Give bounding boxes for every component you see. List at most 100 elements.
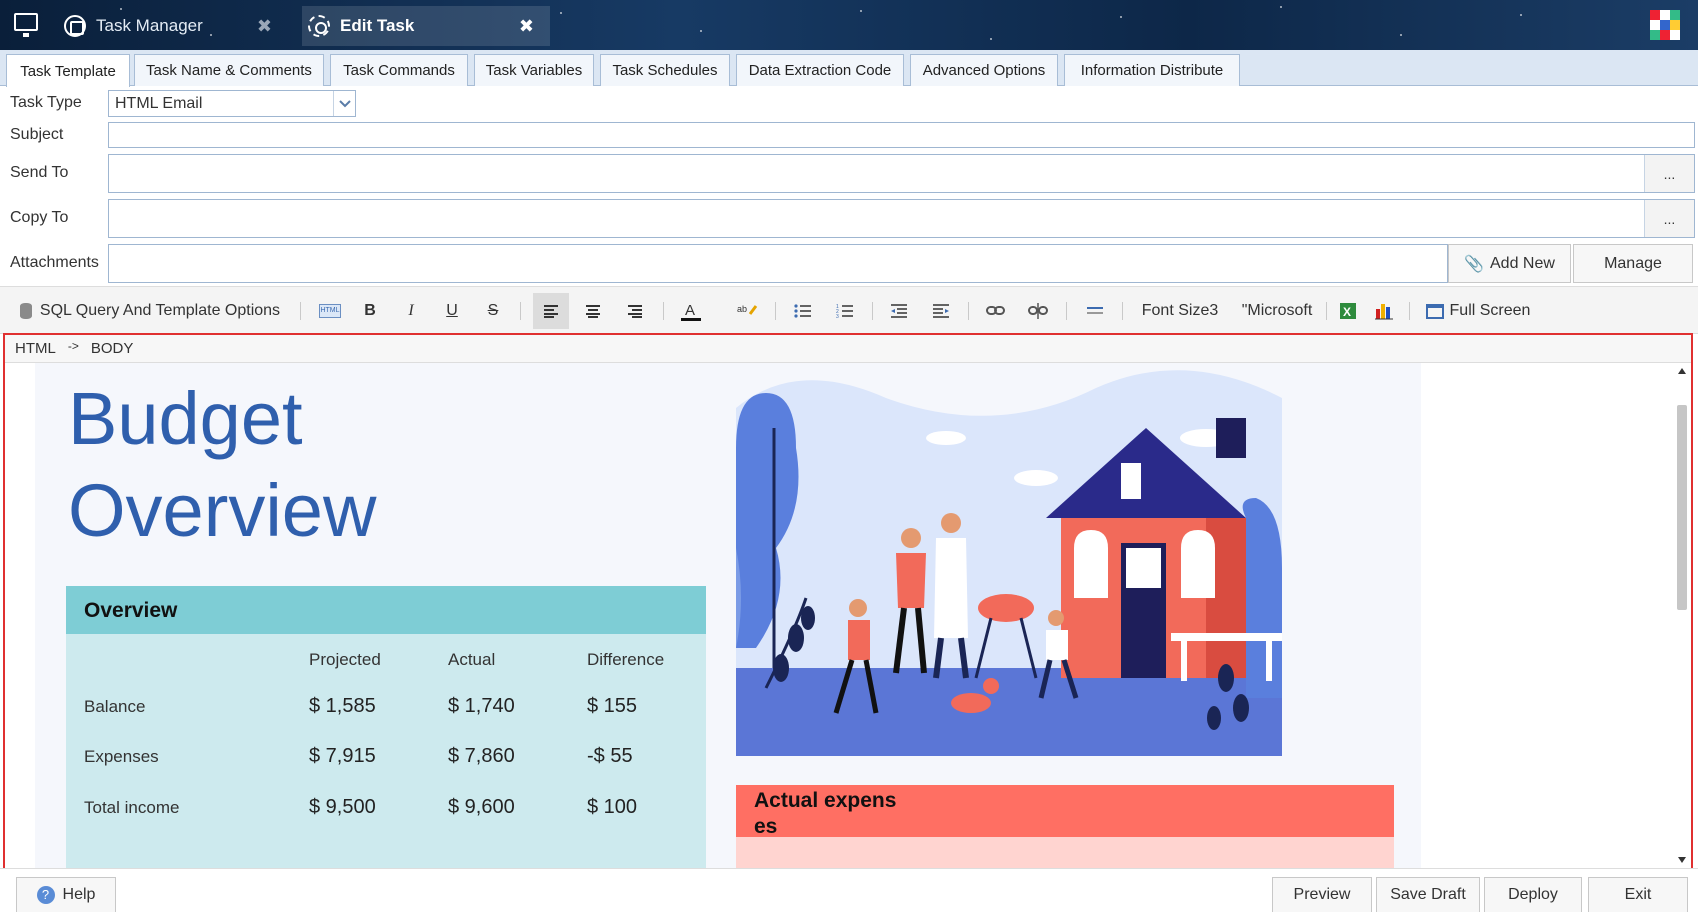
overview-table: Overview Projected Actual Difference Bal…: [66, 586, 706, 868]
cell-actual: $ 7,860: [448, 745, 515, 767]
full-screen-button[interactable]: Full Screen: [1420, 293, 1536, 329]
scrollbar-thumb[interactable]: [1677, 405, 1687, 610]
cell-difference: $ 100: [587, 796, 638, 818]
monitor-icon[interactable]: [14, 13, 38, 37]
editor-canvas[interactable]: Budget Overview Overview Projected Actua…: [5, 363, 1675, 868]
column-header: Difference: [587, 650, 665, 669]
svg-text:ab: ab: [737, 304, 747, 314]
title-line-2: Overview: [68, 469, 377, 552]
copy-to-field[interactable]: ...: [108, 199, 1695, 238]
page-title: Budget Overview: [68, 373, 668, 557]
tab-edit-task[interactable]: Edit Task ✖: [302, 6, 550, 46]
row-label: Expenses: [84, 747, 159, 766]
add-new-label: Add New: [1490, 254, 1555, 272]
family-house-illustration: [736, 370, 1282, 756]
save-draft-button[interactable]: Save Draft: [1376, 877, 1480, 912]
attachments-field[interactable]: [108, 244, 1448, 283]
font-color-icon[interactable]: A: [676, 293, 706, 329]
send-to-browse-button[interactable]: ...: [1644, 155, 1694, 192]
toolbar-divider: [775, 302, 776, 320]
column-header: Actual: [448, 650, 496, 669]
help-icon: ?: [36, 886, 55, 904]
breadcrumb-body[interactable]: BODY: [91, 340, 134, 357]
link-icon[interactable]: [981, 293, 1011, 329]
cell-actual: $ 1,740: [448, 695, 515, 717]
email-document: Budget Overview Overview Projected Actua…: [35, 363, 1421, 868]
align-right-icon[interactable]: [620, 293, 650, 329]
chart-icon[interactable]: [1372, 293, 1396, 329]
preview-button[interactable]: Preview: [1272, 877, 1372, 912]
tab-data-extraction-code[interactable]: Data Extraction Code: [736, 54, 904, 86]
strikethrough-button[interactable]: S: [479, 293, 507, 329]
html-editor[interactable]: HTML -> BODY Budget Overview Overview Pr…: [3, 333, 1693, 870]
numbered-list-icon[interactable]: 123: [830, 293, 860, 329]
column-header: Projected: [309, 650, 381, 669]
title-line-1: Budget: [68, 377, 303, 460]
copy-to-browse-button[interactable]: ...: [1644, 200, 1694, 237]
tab-task-template[interactable]: Task Template: [6, 54, 130, 87]
cell-difference: $ 155: [587, 695, 638, 717]
tab-task-commands[interactable]: Task Commands: [330, 54, 468, 86]
editor-toolbar: SQL Query And Template Options HTML B I …: [0, 286, 1698, 334]
toolbar-divider: [520, 302, 521, 320]
add-new-button[interactable]: 📎 Add New: [1448, 244, 1571, 283]
deploy-button[interactable]: Deploy: [1484, 877, 1582, 912]
tab-advanced-options[interactable]: Advanced Options: [910, 54, 1058, 86]
outdent-icon[interactable]: [884, 293, 914, 329]
attachments-label: Attachments: [10, 254, 99, 271]
app-logo-icon: [1650, 10, 1680, 40]
manage-button[interactable]: Manage: [1573, 244, 1693, 283]
tab-task-schedules[interactable]: Task Schedules: [600, 54, 730, 86]
excel-icon[interactable]: X: [1336, 293, 1360, 329]
cell-projected: $ 1,585: [309, 695, 376, 717]
sql-query-options-button[interactable]: SQL Query And Template Options: [10, 293, 290, 329]
indent-icon[interactable]: [926, 293, 956, 329]
task-manager-icon: [64, 15, 86, 37]
unlink-icon[interactable]: [1023, 293, 1053, 329]
toolbar-divider: [1122, 302, 1123, 320]
svg-text:A: A: [685, 302, 695, 319]
tab-information-distribute[interactable]: Information Distribute: [1064, 54, 1240, 86]
vertical-scrollbar[interactable]: [1673, 363, 1691, 868]
close-icon[interactable]: ✖: [519, 16, 534, 37]
help-button[interactable]: ? Help: [16, 877, 116, 912]
underline-button[interactable]: U: [438, 293, 466, 329]
overview-heading: Overview: [66, 586, 706, 634]
task-type-select[interactable]: HTML Email: [108, 90, 356, 117]
exit-button[interactable]: Exit: [1588, 877, 1688, 912]
actual-expenses-heading: Actual expens es: [736, 785, 1394, 838]
toolbar-divider: [1326, 302, 1327, 320]
footer-bar: ? Help Preview Save Draft Deploy Exit: [0, 868, 1698, 912]
horizontal-rule-icon[interactable]: [1080, 293, 1110, 329]
send-to-field[interactable]: ...: [108, 154, 1695, 193]
scroll-down-icon[interactable]: [1677, 856, 1687, 864]
align-center-icon[interactable]: [578, 293, 608, 329]
font-name-dropdown[interactable]: "Microsoft: [1234, 293, 1320, 329]
bold-button[interactable]: B: [356, 293, 384, 329]
cell-actual: $ 9,600: [448, 796, 515, 818]
scroll-up-icon[interactable]: [1677, 367, 1687, 375]
toolbar-divider: [968, 302, 969, 320]
toolbar-divider: [872, 302, 873, 320]
task-type-value: HTML Email: [115, 95, 203, 112]
toolbar-divider: [300, 302, 301, 320]
highlight-icon[interactable]: ab: [732, 293, 762, 329]
align-left-icon[interactable]: [533, 293, 569, 329]
close-icon[interactable]: ✖: [257, 16, 272, 37]
html-source-icon[interactable]: HTML: [316, 293, 344, 329]
breadcrumb-html[interactable]: HTML: [15, 340, 56, 357]
send-to-label: Send To: [10, 164, 69, 181]
bulleted-list-icon[interactable]: [788, 293, 818, 329]
paperclip-icon: 📎: [1464, 255, 1484, 273]
italic-button[interactable]: I: [397, 293, 425, 329]
tab-task-manager[interactable]: Task Manager ✖: [58, 6, 288, 46]
actual-expenses-line-1: Actual expens: [754, 789, 897, 812]
font-size-dropdown[interactable]: Font Size3: [1136, 293, 1224, 329]
tab-task-variables[interactable]: Task Variables: [474, 54, 594, 86]
tab-task-name-comments[interactable]: Task Name & Comments: [134, 54, 324, 86]
full-screen-label: Full Screen: [1449, 302, 1531, 319]
subject-input[interactable]: [108, 122, 1695, 148]
task-editor-app: Task Manager ✖ Edit Task ✖ Task Template…: [0, 0, 1698, 912]
chevron-down-icon[interactable]: [333, 91, 355, 116]
toolbar-divider: [1066, 302, 1067, 320]
